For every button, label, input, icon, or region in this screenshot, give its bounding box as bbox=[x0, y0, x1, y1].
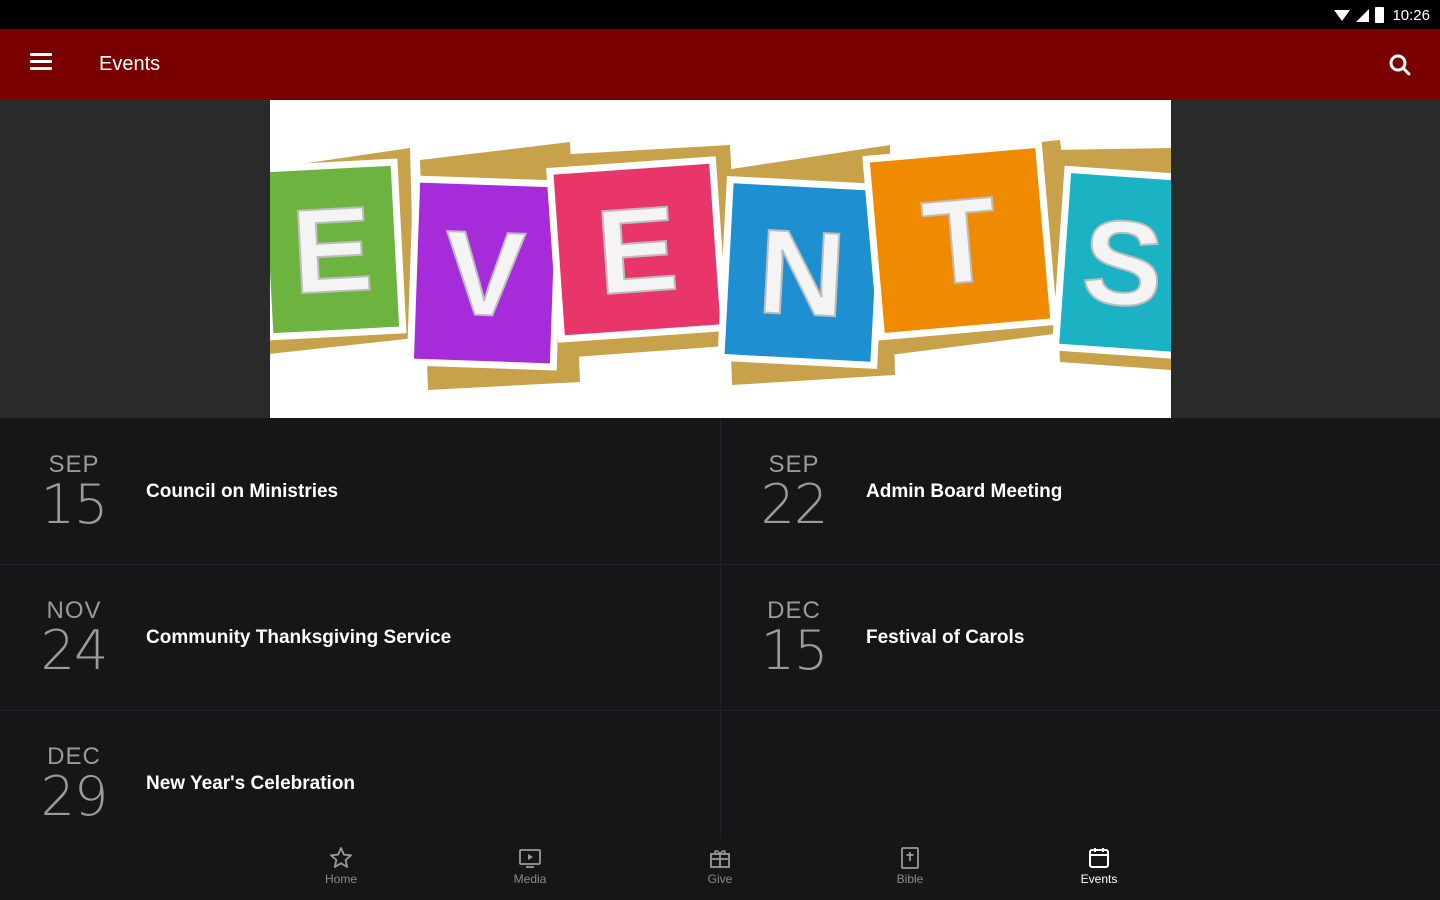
banner-letter: V bbox=[443, 206, 528, 343]
banner-letter-card: V bbox=[406, 175, 564, 371]
event-name: Council on Ministries bbox=[146, 481, 339, 502]
star-icon bbox=[330, 847, 352, 868]
gift-icon bbox=[710, 850, 730, 868]
nav-home[interactable]: Home bbox=[291, 846, 391, 898]
banner-letter-card: E bbox=[546, 156, 728, 343]
event-name: New Year's Celebration bbox=[146, 773, 356, 794]
banner-letter: E bbox=[592, 181, 681, 320]
battery-icon bbox=[1375, 7, 1385, 23]
event-day: 29 bbox=[40, 765, 109, 828]
calendar-icon bbox=[1089, 848, 1109, 868]
event-name: Festival of Carols bbox=[866, 627, 1025, 648]
wifi-icon bbox=[1334, 9, 1351, 21]
event-day: 15 bbox=[40, 473, 109, 536]
event-item[interactable]: DEC 29 New Year's Celebration bbox=[0, 711, 720, 840]
banner-letter: S bbox=[1078, 194, 1167, 333]
search-icon[interactable] bbox=[1386, 51, 1414, 79]
event-day: 22 bbox=[760, 473, 829, 536]
signal-icon bbox=[1356, 8, 1370, 22]
event-item[interactable]: NOV 24 Community Thanksgiving Service bbox=[0, 565, 720, 711]
nav-events-label: Events bbox=[1080, 872, 1118, 886]
status-bar: 10:26 bbox=[0, 0, 1440, 29]
banner-letter: N bbox=[755, 204, 849, 342]
banner-letter-card: T bbox=[862, 140, 1058, 341]
page-title: Events bbox=[99, 53, 161, 75]
banner-letter-card: E bbox=[270, 158, 407, 341]
event-day: 15 bbox=[760, 619, 829, 682]
event-item[interactable]: DEC 15 Festival of Carols bbox=[720, 565, 1440, 711]
nav-events[interactable]: Events bbox=[1049, 846, 1149, 898]
event-day: 24 bbox=[40, 619, 109, 682]
event-name: Community Thanksgiving Service bbox=[146, 627, 452, 648]
event-item[interactable]: SEP 15 Council on Ministries bbox=[0, 419, 720, 565]
event-item[interactable]: SEP 22 Admin Board Meeting bbox=[720, 419, 1440, 565]
nav-media-label: Media bbox=[513, 872, 547, 886]
banner-letter: T bbox=[918, 172, 1003, 312]
nav-bible[interactable]: Bible bbox=[860, 846, 960, 898]
nav-media[interactable]: Media bbox=[480, 846, 580, 898]
status-time: 10:26 bbox=[1392, 6, 1430, 24]
nav-give[interactable]: Give bbox=[670, 846, 770, 898]
event-name: Admin Board Meeting bbox=[866, 481, 1063, 502]
bottom-navigation: Home Media Give Bible Events bbox=[0, 840, 1440, 900]
nav-home-label: Home bbox=[324, 872, 357, 886]
nav-bible-label: Bible bbox=[896, 872, 924, 886]
status-icons: 10:26 bbox=[1334, 5, 1430, 25]
banner-letter-card: N bbox=[717, 175, 887, 370]
tv-play-icon bbox=[519, 849, 541, 868]
events-banner-image: EVENTS bbox=[270, 100, 1171, 418]
app-bar: Events bbox=[0, 29, 1440, 100]
nav-give-label: Give bbox=[707, 872, 733, 886]
banner-letter-card: S bbox=[1051, 165, 1171, 360]
menu-icon[interactable] bbox=[28, 53, 54, 75]
banner-letter: E bbox=[289, 181, 376, 319]
row-divider bbox=[720, 710, 1440, 711]
book-cross-icon bbox=[901, 847, 919, 869]
